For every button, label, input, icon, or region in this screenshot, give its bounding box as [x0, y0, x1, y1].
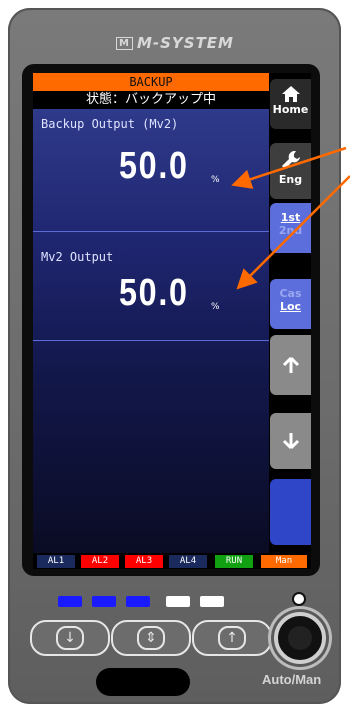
mode-option-cas: Cas [279, 287, 302, 300]
auto-man-label: Auto/Man [262, 672, 322, 687]
led-2 [92, 596, 116, 607]
front-slot [96, 668, 190, 696]
arrow-down-icon [282, 433, 299, 450]
home-label: Home [272, 103, 309, 116]
front-up-button[interactable]: ↑ [192, 620, 272, 656]
value-number: 50.0 [119, 145, 189, 187]
mode-option-first: 1st [280, 211, 301, 224]
knob-core [288, 626, 312, 650]
arrow-up-icon [282, 356, 299, 373]
led-5 [200, 596, 224, 607]
chevron-up-icon: ↑ [218, 626, 246, 650]
display-screen: BACKUP 状態：バックアップ中 Backup Output (Mv2) 50… [33, 73, 311, 569]
value-unit: % [211, 302, 220, 312]
brand-name: M-SYSTEM [136, 34, 234, 52]
home-button[interactable]: Home [270, 79, 311, 129]
brand-logo: M M-SYSTEM [0, 34, 350, 52]
chevron-down-icon: ↓ [56, 626, 84, 650]
status-text: 状態：バックアップ中 [33, 91, 269, 109]
cas-loc-toggle-button[interactable]: Cas Loc [270, 279, 311, 329]
side-button-column: Home Eng 1st 2nd Cas Loc [270, 73, 311, 553]
led-3 [126, 596, 150, 607]
engineering-label: Eng [278, 173, 303, 186]
alarm-status-bar: AL1 AL2 AL3 AL4 RUN Man [33, 553, 311, 569]
brand-mark: M [116, 37, 133, 50]
manual-indicator: Man [261, 555, 307, 568]
led-4 [166, 596, 190, 607]
updown-icon: ⇕ [137, 626, 165, 650]
value-row-mv2-output: Mv2 Output 50.0 % [33, 232, 269, 341]
value-number: 50.0 [119, 272, 189, 314]
run-indicator: RUN [215, 555, 253, 568]
mode-option-loc: Loc [279, 300, 302, 313]
up-button[interactable] [270, 335, 311, 395]
blank-function-button[interactable] [270, 479, 311, 545]
led-1 [58, 596, 82, 607]
auto-man-knob[interactable] [274, 612, 326, 664]
alarm-al2: AL2 [81, 555, 119, 568]
value-panel: Backup Output (Mv2) 50.0 % Mv2 Output 50… [33, 109, 269, 553]
value-label: Backup Output (Mv2) [41, 117, 179, 131]
down-button[interactable] [270, 413, 311, 469]
alarm-al1: AL1 [37, 555, 75, 568]
value-unit: % [211, 175, 220, 185]
home-icon [281, 86, 300, 102]
engineering-button[interactable]: Eng [270, 143, 311, 199]
first-second-toggle-button[interactable]: 1st 2nd [270, 203, 311, 253]
front-down-button[interactable]: ↓ [30, 620, 110, 656]
value-label: Mv2 Output [41, 250, 114, 264]
status-indicator-dot [292, 592, 306, 606]
value-row-backup-output: Backup Output (Mv2) 50.0 % [33, 109, 269, 232]
alarm-al4: AL4 [169, 555, 207, 568]
mode-option-second: 2nd [278, 224, 303, 237]
wrench-icon [281, 151, 300, 169]
mode-header: BACKUP [33, 73, 269, 91]
front-updown-button[interactable]: ⇕ [111, 620, 191, 656]
alarm-al3: AL3 [125, 555, 163, 568]
